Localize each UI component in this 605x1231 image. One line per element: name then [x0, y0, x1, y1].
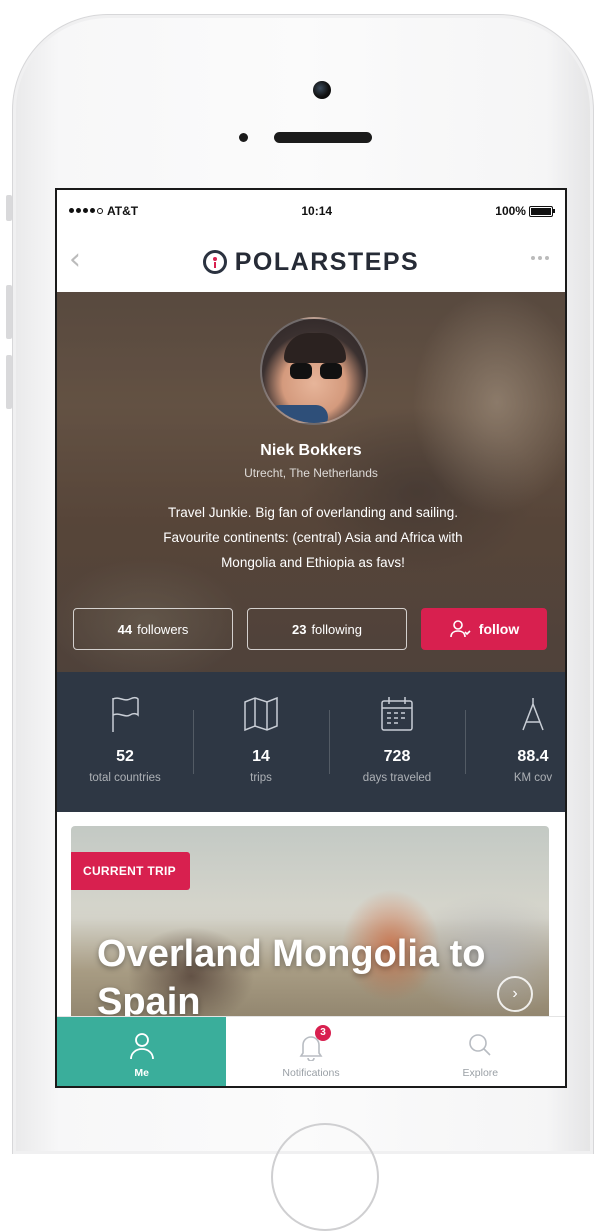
battery-percent: 100%	[495, 204, 526, 218]
bio-line: Mongolia and Ethiopia as favs!	[221, 555, 405, 570]
tab-label: Notifications	[282, 1067, 340, 1079]
profile-actions: 44 followers 23 following follow	[73, 608, 547, 650]
notification-badge: 3	[314, 1025, 331, 1041]
trip-title: Overland Mongolia to Spain	[97, 933, 486, 1023]
signal-icon	[69, 208, 103, 214]
stat-trips[interactable]: 14 trips	[193, 672, 329, 812]
add-user-icon	[449, 620, 471, 638]
stat-value: 52	[116, 748, 134, 765]
search-icon	[469, 1034, 491, 1056]
followers-label: followers	[137, 621, 189, 637]
brand-name: POLARSTEPS	[234, 247, 420, 276]
compass-icon	[522, 698, 544, 731]
earpiece-speaker	[274, 132, 372, 143]
following-count: 23	[291, 621, 307, 637]
tab-bar: Me 3 Notifications Explore	[57, 1016, 565, 1086]
followers-count: 44	[117, 621, 133, 637]
profile-location: Utrecht, The Netherlands	[244, 466, 378, 480]
profile-bio: Travel Junkie. Big fan of overlanding an…	[97, 500, 529, 575]
stat-label: total countries	[89, 772, 161, 784]
stat-value: 14	[252, 748, 270, 765]
more-dots-icon	[531, 256, 535, 260]
status-bar: AT&T 10:14 100%	[57, 190, 565, 232]
stat-value: 728	[383, 748, 411, 765]
bio-line: Travel Junkie. Big fan of overlanding an…	[168, 505, 458, 520]
tab-me[interactable]: Me	[57, 1017, 227, 1086]
stat-days[interactable]: 728 days traveled	[329, 672, 465, 812]
clock: 10:14	[301, 204, 333, 218]
bio-line: Favourite continents: (central) Asia and…	[163, 530, 463, 545]
proximity-sensor	[239, 133, 248, 142]
profile-header: Niek Bokkers Utrecht, The Netherlands Tr…	[57, 292, 565, 672]
stat-label: KM cov	[513, 772, 553, 784]
stat-distance[interactable]: 88.4 KM cov	[465, 672, 565, 812]
tab-notifications[interactable]: 3 Notifications	[226, 1017, 395, 1086]
front-camera	[313, 81, 331, 99]
mute-switch	[6, 195, 12, 221]
stat-countries[interactable]: 52 total countries	[57, 672, 193, 812]
follow-button[interactable]: follow	[421, 608, 547, 650]
following-label: following	[311, 621, 363, 637]
tab-label: Me	[134, 1067, 149, 1079]
polarsteps-logo-icon	[202, 250, 227, 274]
calendar-icon	[381, 697, 413, 731]
stat-value: 88.4	[517, 748, 549, 765]
more-button[interactable]	[531, 256, 549, 260]
nav-bar: ‹ POLARSTEPS	[57, 232, 565, 292]
chevron-left-icon: ‹	[69, 242, 81, 277]
stat-label: trips	[250, 772, 272, 784]
chevron-right-icon: ›	[512, 985, 518, 1002]
profile-name: Niek Bokkers	[260, 442, 362, 459]
stats-bar: 52 total countries 14 trips 728 days tra…	[57, 672, 565, 812]
volume-down-button	[6, 355, 12, 409]
brand-logo: POLARSTEPS	[202, 247, 420, 277]
following-button[interactable]: 23 following	[247, 608, 407, 650]
tab-explore[interactable]: Explore	[396, 1017, 565, 1086]
app-screen: AT&T 10:14 100% ‹ POLARSTEPS Niek Bokker…	[55, 188, 567, 1088]
follow-label: follow	[478, 621, 520, 637]
flag-icon	[112, 696, 139, 732]
volume-up-button	[6, 285, 12, 339]
trip-open-button[interactable]: ›	[497, 976, 533, 1012]
current-trip-badge: CURRENT TRIP	[71, 852, 190, 890]
followers-button[interactable]: 44 followers	[73, 608, 233, 650]
battery-icon	[528, 205, 555, 217]
back-button[interactable]: ‹	[69, 242, 81, 278]
carrier-label: AT&T	[107, 204, 139, 218]
user-icon	[129, 1033, 154, 1060]
stat-label: days traveled	[362, 772, 432, 784]
home-button	[271, 1123, 379, 1231]
map-icon	[244, 696, 278, 732]
tab-label: Explore	[462, 1067, 499, 1079]
